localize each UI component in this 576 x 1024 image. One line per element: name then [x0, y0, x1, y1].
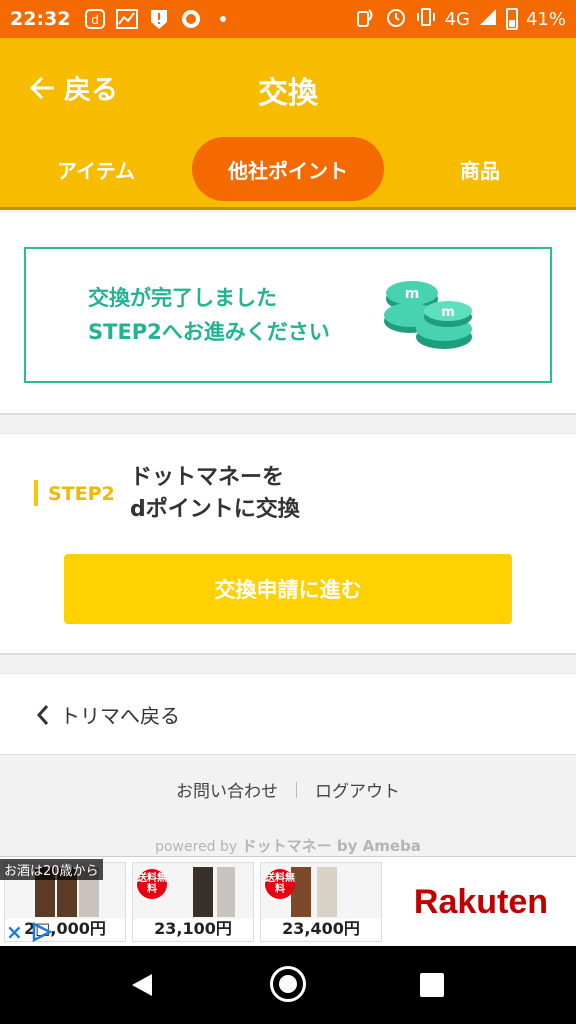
- vibrate-icon: [415, 6, 437, 33]
- app-header: 戻る 交換 アイテム 他社ポイント 商品: [0, 38, 576, 210]
- powered-prefix: powered by: [155, 839, 238, 855]
- nav-home-icon[interactable]: [270, 966, 306, 1002]
- step-label: STEP2: [48, 483, 115, 505]
- complete-message-box: 交換が完了しました STEP2へお進みください m m: [24, 247, 552, 383]
- step-title: ドットマネーを dポイントに交換: [130, 462, 300, 526]
- product-price: 23,100円: [154, 919, 232, 938]
- signal-icon: [478, 7, 498, 32]
- step-title-line-1: ドットマネーを: [130, 465, 285, 490]
- coins-icon: m m: [384, 281, 472, 349]
- trima-back-link[interactable]: トリマへ戻る: [36, 700, 180, 729]
- step-title-line-2: dポイントに交換: [130, 497, 300, 522]
- nav-back-icon[interactable]: [130, 972, 154, 998]
- nav-recents-icon[interactable]: [420, 973, 444, 997]
- powered-by: powered by ドットマネー by Ameba: [0, 835, 576, 856]
- svg-text:m: m: [441, 305, 455, 320]
- free-shipping-badge: 送料無料: [137, 869, 167, 899]
- footer-links: お問い合わせ ログアウト: [0, 777, 576, 802]
- app-badge-icon: [180, 8, 202, 30]
- ad-choices-icon[interactable]: [30, 922, 52, 942]
- step-marker: [34, 480, 38, 506]
- ad-banner[interactable]: お酒は20歳から 2□,000円 送料無料 23,100円 送料無料 23,40…: [0, 856, 576, 946]
- svg-text:d: d: [92, 13, 100, 27]
- product-price: 2□,000円: [24, 919, 106, 938]
- stock-chart-icon: [116, 8, 139, 30]
- status-time: 22:32: [10, 8, 71, 30]
- tab-other-points[interactable]: 他社ポイント: [192, 137, 384, 201]
- ad-product-card[interactable]: 送料無料 23,100円: [132, 862, 254, 942]
- svg-text:m: m: [405, 286, 420, 302]
- footer: お問い合わせ ログアウト powered by ドットマネー by Ameba: [0, 755, 576, 855]
- logout-link[interactable]: ログアウト: [315, 777, 400, 802]
- docomo-icon: d: [84, 8, 106, 30]
- battery-icon: [505, 8, 518, 30]
- system-nav-bar: [0, 946, 576, 1024]
- product-price: 23,400円: [282, 919, 360, 938]
- chevron-left-icon: [36, 704, 49, 725]
- tab-bar: アイテム 他社ポイント 商品: [0, 137, 576, 201]
- ad-product-card[interactable]: 送料無料 23,400円: [260, 862, 382, 942]
- alert-icon: [148, 8, 170, 30]
- network-type: 4G: [444, 8, 470, 30]
- footer-separator: [296, 781, 297, 798]
- ad-age-notice: お酒は20歳から: [0, 859, 103, 880]
- powered-brand: ドットマネー by Ameba: [241, 837, 421, 855]
- page-title: 交換: [258, 76, 318, 111]
- alarm-icon: [385, 6, 407, 33]
- contact-link[interactable]: お問い合わせ: [176, 777, 278, 802]
- rakuten-logo[interactable]: Rakuten: [388, 862, 574, 942]
- trima-back-label: トリマへ戻る: [60, 704, 180, 728]
- complete-line-1: 交換が完了しました: [88, 286, 277, 310]
- tab-products[interactable]: 商品: [420, 137, 540, 201]
- ad-close-icon[interactable]: ×: [6, 920, 23, 944]
- complete-message: 交換が完了しました STEP2へお進みください: [88, 281, 330, 349]
- nfc-icon: [355, 6, 377, 33]
- complete-line-2: STEP2へお進みください: [88, 320, 330, 344]
- proceed-exchange-button[interactable]: 交換申請に進む: [64, 554, 512, 624]
- trima-back-section: トリマへ戻る: [0, 673, 576, 755]
- complete-section: 交換が完了しました STEP2へお進みください m m: [0, 213, 576, 415]
- status-bar: 22:32 d 4G 41%: [0, 0, 576, 38]
- step2-section: STEP2 ドットマネーを dポイントに交換 交換申請に進む: [0, 433, 576, 655]
- tab-items[interactable]: アイテム: [36, 137, 156, 201]
- battery-percent: 41%: [525, 8, 566, 30]
- dot-icon: [212, 8, 234, 30]
- free-shipping-badge: 送料無料: [265, 869, 295, 899]
